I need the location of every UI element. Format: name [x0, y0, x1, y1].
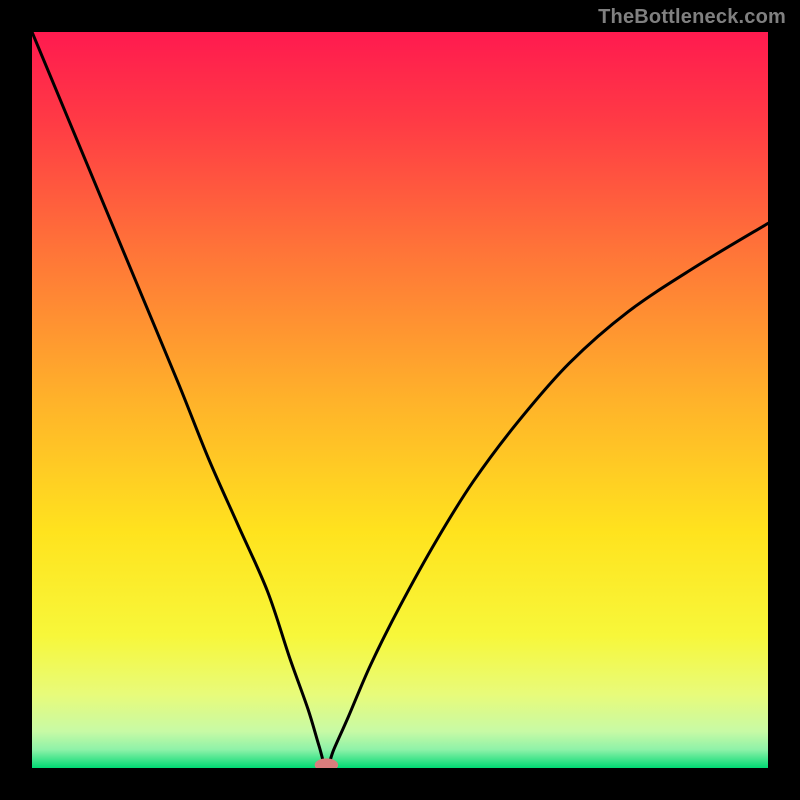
plot-area [32, 32, 768, 768]
attribution-label: TheBottleneck.com [598, 6, 786, 29]
chart-frame: TheBottleneck.com [0, 0, 800, 800]
bottleneck-chart [32, 32, 768, 768]
gradient-background [32, 32, 768, 768]
